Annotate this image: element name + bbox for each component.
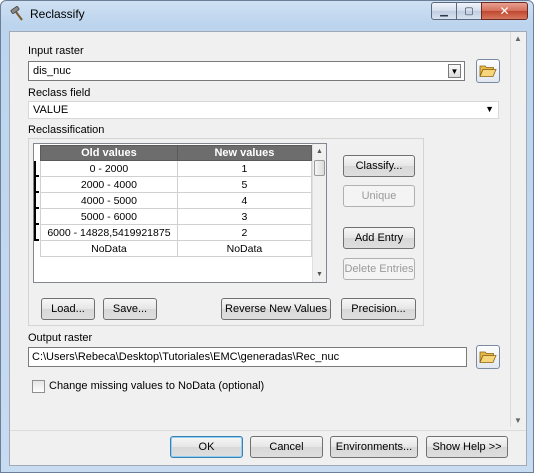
reclassification-label: Reclassification: [28, 124, 105, 136]
output-raster-input[interactable]: C:\Users\Rebeca\Desktop\Tutoriales\EMC\g…: [28, 347, 467, 367]
output-raster-value: C:\Users\Rebeca\Desktop\Tutoriales\EMC\g…: [32, 351, 340, 363]
missing-values-checkbox[interactable]: [32, 380, 45, 393]
table-row[interactable]: 4000 - 5000 4: [40, 192, 313, 209]
load-button[interactable]: Load...: [41, 298, 95, 320]
old-value-cell[interactable]: 6000 - 14828,5419921875: [40, 224, 178, 241]
maximize-button[interactable]: ▢: [456, 2, 482, 20]
old-value-cell[interactable]: 5000 - 6000: [40, 208, 178, 225]
cancel-button[interactable]: Cancel: [250, 436, 323, 458]
scroll-up-icon[interactable]: ▲: [313, 145, 326, 158]
show-help-button[interactable]: Show Help >>: [426, 436, 508, 458]
reclass-field-value: VALUE: [33, 104, 69, 116]
title-bar[interactable]: Reclassify ▁ ▢ ✕: [1, 1, 533, 27]
row-marker[interactable]: [34, 225, 39, 241]
close-button[interactable]: ✕: [481, 2, 528, 20]
open-folder-icon: [479, 351, 497, 363]
chevron-down-icon[interactable]: ▼: [485, 104, 494, 114]
chevron-down-icon[interactable]: ▼: [448, 64, 461, 78]
parameters-panel: Input raster dis_nuc ▼ Reclass field VAL…: [10, 32, 510, 427]
table-row[interactable]: 0 - 2000 1: [40, 160, 313, 177]
column-header-old-values[interactable]: Old values: [40, 145, 178, 161]
maximize-icon: ▢: [464, 5, 474, 17]
ok-button[interactable]: OK: [170, 436, 243, 458]
close-icon: ✕: [499, 4, 510, 18]
scroll-down-icon[interactable]: ▼: [514, 416, 522, 425]
output-raster-browse-button[interactable]: [476, 345, 500, 369]
old-value-cell[interactable]: 2000 - 4000: [40, 176, 178, 193]
save-button[interactable]: Save...: [103, 298, 157, 320]
dialog-client: Input raster dis_nuc ▼ Reclass field VAL…: [9, 31, 527, 466]
new-value-cell[interactable]: 2: [176, 224, 313, 241]
delete-entries-button[interactable]: Delete Entries: [343, 258, 415, 280]
add-entry-button[interactable]: Add Entry: [343, 227, 415, 249]
column-header-new-values[interactable]: New values: [176, 145, 313, 161]
table-row[interactable]: 2000 - 4000 5: [40, 176, 313, 193]
open-folder-icon: [479, 65, 497, 77]
window-title: Reclassify: [30, 7, 85, 21]
input-raster-value: dis_nuc: [33, 65, 71, 77]
old-value-cell[interactable]: NoData: [40, 240, 178, 257]
new-value-cell[interactable]: 1: [176, 160, 313, 177]
row-marker[interactable]: [34, 177, 39, 193]
reclass-field-label: Reclass field: [28, 87, 91, 99]
minimize-icon: ▁: [440, 5, 448, 17]
row-marker[interactable]: [34, 161, 39, 177]
new-value-cell[interactable]: 5: [176, 176, 313, 193]
reclassify-window: Reclassify ▁ ▢ ✕ Input raster dis_nuc ▼ …: [0, 0, 534, 473]
scroll-down-icon[interactable]: ▼: [313, 268, 326, 281]
minimize-button[interactable]: ▁: [431, 2, 457, 20]
reclassification-table[interactable]: Old values New values 0 - 2000 1 2000 - …: [33, 143, 327, 283]
new-value-cell[interactable]: 4: [176, 192, 313, 209]
scroll-up-icon[interactable]: ▲: [514, 34, 522, 43]
row-marker[interactable]: [34, 209, 39, 225]
hammer-icon: [10, 6, 23, 21]
row-marker[interactable]: [34, 193, 39, 209]
table-scrollbar[interactable]: ▲ ▼: [312, 144, 326, 282]
precision-button[interactable]: Precision...: [341, 298, 416, 320]
panel-scrollbar[interactable]: ▲ ▼: [510, 32, 526, 427]
input-raster-combo[interactable]: dis_nuc ▼: [28, 61, 465, 81]
input-raster-browse-button[interactable]: [476, 59, 500, 83]
reclass-grid: Old values New values 0 - 2000 1 2000 - …: [40, 145, 313, 257]
table-row[interactable]: NoData NoData: [40, 240, 313, 257]
new-value-cell[interactable]: 3: [176, 208, 313, 225]
old-value-cell[interactable]: 0 - 2000: [40, 160, 178, 177]
new-value-cell[interactable]: NoData: [176, 240, 313, 257]
table-row[interactable]: 6000 - 14828,5419921875 2: [40, 224, 313, 241]
classify-button[interactable]: Classify...: [343, 155, 415, 177]
reverse-new-values-button[interactable]: Reverse New Values: [221, 298, 331, 320]
input-raster-label: Input raster: [28, 45, 84, 57]
missing-values-label: Change missing values to NoData (optiona…: [49, 380, 265, 392]
old-value-cell[interactable]: 4000 - 5000: [40, 192, 178, 209]
table-row[interactable]: 5000 - 6000 3: [40, 208, 313, 225]
reclassification-group: Old values New values 0 - 2000 1 2000 - …: [28, 138, 424, 326]
dialog-footer: OK Cancel Environments... Show Help >>: [10, 430, 526, 465]
output-raster-label: Output raster: [28, 332, 93, 344]
reclass-field-combo[interactable]: VALUE ▼: [28, 101, 499, 119]
scroll-thumb[interactable]: [314, 160, 325, 176]
environments-button[interactable]: Environments...: [330, 436, 418, 458]
unique-button[interactable]: Unique: [343, 185, 415, 207]
